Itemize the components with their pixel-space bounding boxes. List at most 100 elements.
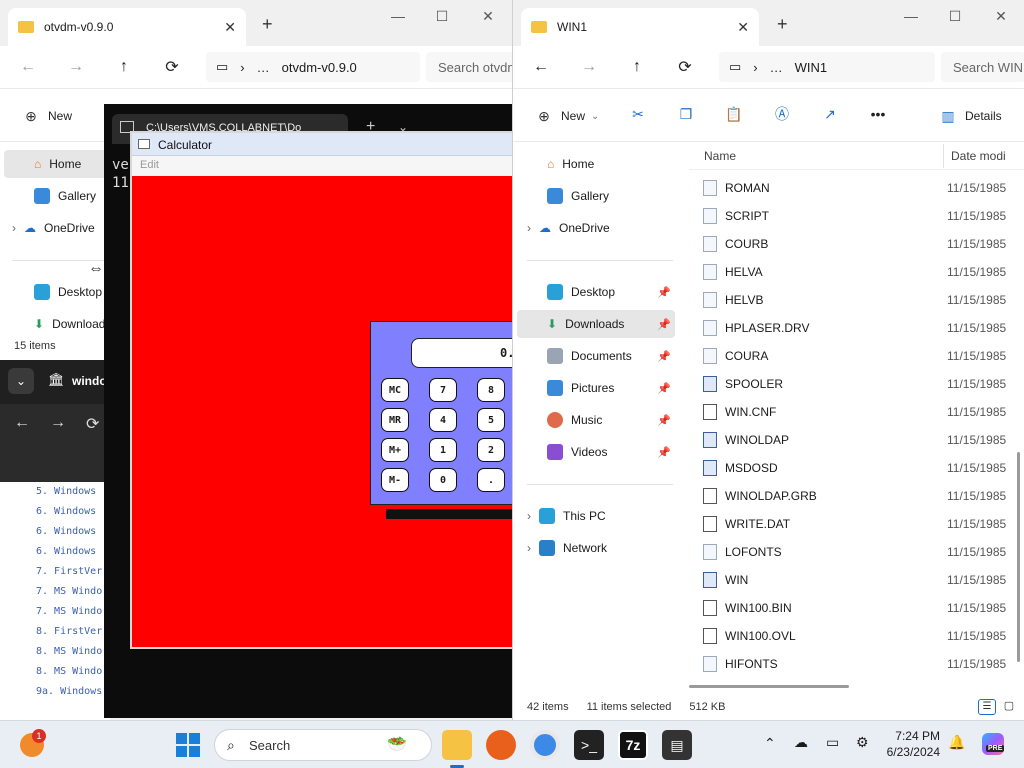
file-row[interactable]: WINOLDAP.GRB 11/15/1985 xyxy=(689,482,1024,510)
left-nav-gallery[interactable]: Gallery xyxy=(34,182,96,210)
cut-icon[interactable]: ✂ xyxy=(627,103,649,125)
file-row[interactable]: HPLASER.DRV 11/15/1985 xyxy=(689,314,1024,342)
file-row[interactable]: ROMAN 11/15/1985 xyxy=(689,174,1024,202)
pin-icon[interactable]: 📌 xyxy=(657,350,671,363)
notifications-bell-icon[interactable]: 🔔 xyxy=(948,734,965,751)
file-row[interactable]: WIN100.BIN 11/15/1985 xyxy=(689,594,1024,622)
browser-list-item[interactable]: 7. MS Windo xyxy=(36,586,102,597)
left-new-button[interactable]: ⊕ New xyxy=(20,103,72,129)
refresh-icon[interactable]: ⟳ xyxy=(158,54,186,80)
browser-list-item[interactable]: 9a. Windows xyxy=(36,686,102,697)
copilot-icon[interactable]: PRE xyxy=(982,733,1005,755)
widgets-icon[interactable]: 1 xyxy=(20,729,46,757)
browser-list-item[interactable]: 8. MS Windo xyxy=(36,646,102,657)
paste-icon[interactable]: 📋 xyxy=(723,103,745,125)
browser-list-item[interactable]: 6. Windows xyxy=(36,546,96,557)
start-button[interactable] xyxy=(176,733,200,757)
minimize-button[interactable]: — xyxy=(897,6,925,26)
right-nav-network[interactable]: › Network xyxy=(527,534,607,562)
left-nav-onedrive[interactable]: › ☁ OneDrive xyxy=(12,214,95,242)
share-icon[interactable]: ↗ xyxy=(819,103,841,125)
right-nav-videos[interactable]: Videos 📌 xyxy=(547,438,671,466)
file-row[interactable]: HELVA 11/15/1985 xyxy=(689,258,1024,286)
maximize-button[interactable]: ☐ xyxy=(941,6,969,26)
settings-icon[interactable]: ⚙ xyxy=(856,734,869,751)
browser-tab-title[interactable]: windo xyxy=(72,374,107,388)
browser-list-item[interactable]: 6. Windows xyxy=(36,506,96,517)
details-view-icon[interactable]: ☰ xyxy=(978,699,996,715)
forward-icon[interactable]: → xyxy=(575,54,603,80)
calc-key[interactable]: 2 xyxy=(477,438,505,462)
rename-icon[interactable]: Ⓐ xyxy=(771,103,793,125)
calc-key[interactable]: 0 xyxy=(429,468,457,492)
chevron-right-icon[interactable]: › xyxy=(12,221,16,235)
taskbar-search-box[interactable]: ⌕ Search 🥗 xyxy=(214,729,432,761)
back-icon[interactable]: ← xyxy=(14,54,42,80)
firefox-icon[interactable] xyxy=(486,730,516,760)
horizontal-scrollbar[interactable] xyxy=(689,685,849,688)
calc-key[interactable]: M- xyxy=(381,468,409,492)
close-window-button[interactable]: ✕ xyxy=(474,6,502,26)
browser-list-item[interactable]: 6. Windows xyxy=(36,526,96,537)
file-row[interactable]: WRITE.DAT 11/15/1985 xyxy=(689,510,1024,538)
browser-refresh-icon[interactable]: ⟳ xyxy=(86,414,99,434)
pin-icon[interactable]: 📌 xyxy=(657,318,671,331)
right-search-input[interactable]: Search WIN1 xyxy=(941,52,1024,82)
terminal-taskbar-icon[interactable]: >_ xyxy=(574,730,604,760)
calc-key[interactable]: 5 xyxy=(477,408,505,432)
right-nav-desktop[interactable]: Desktop 📌 xyxy=(547,278,671,306)
chevron-right-icon[interactable]: › xyxy=(527,541,531,555)
left-nav-downloads[interactable]: ⬇ Downloads xyxy=(34,310,111,338)
maximize-button[interactable]: ☐ xyxy=(428,6,456,26)
file-row[interactable]: LOFONTS 11/15/1985 xyxy=(689,538,1024,566)
pin-icon[interactable]: 📌 xyxy=(657,382,671,395)
file-explorer-taskbar-icon[interactable] xyxy=(442,730,472,760)
clock[interactable]: 7:24 PM 6/23/2024 xyxy=(884,728,940,760)
forward-icon[interactable]: → xyxy=(62,54,90,80)
new-tab-button[interactable]: + xyxy=(777,14,788,35)
close-window-button[interactable]: ✕ xyxy=(987,6,1015,26)
file-row[interactable]: WIN 11/15/1985 xyxy=(689,566,1024,594)
calc-key[interactable]: 1 xyxy=(429,438,457,462)
browser-list-item[interactable]: 7. FirstVer xyxy=(36,566,102,577)
browser-list-item[interactable]: 8. MS Windo xyxy=(36,666,102,677)
refresh-icon[interactable]: ⟳ xyxy=(671,54,699,80)
show-hidden-icons[interactable]: ⌃ xyxy=(764,735,776,752)
pin-icon[interactable]: 📌 xyxy=(657,414,671,427)
menu-edit[interactable]: Edit xyxy=(140,159,159,171)
new-tab-button[interactable]: + xyxy=(262,14,273,35)
details-button[interactable]: ▥ Details xyxy=(937,103,1001,129)
calc-key[interactable]: 4 xyxy=(429,408,457,432)
display-icon[interactable]: ▭ xyxy=(826,734,839,751)
file-row[interactable]: COURA 11/15/1985 xyxy=(689,342,1024,370)
7zip-icon[interactable]: 7z xyxy=(618,730,648,760)
calc-key[interactable]: . xyxy=(477,468,505,492)
network-status-icon[interactable]: ☁ xyxy=(794,734,808,751)
right-nav-gallery[interactable]: Gallery xyxy=(547,182,609,210)
file-row[interactable]: SPOOLER 11/15/1985 xyxy=(689,370,1024,398)
browser-list-item[interactable]: 5. Windows xyxy=(36,486,96,497)
more-options-icon[interactable]: ••• xyxy=(867,103,889,125)
otvdm-taskbar-icon[interactable]: ▤ xyxy=(662,730,692,760)
vertical-scrollbar[interactable] xyxy=(1017,452,1020,662)
right-nav-music[interactable]: Music 📌 xyxy=(547,406,671,434)
calc-key[interactable]: 8 xyxy=(477,378,505,402)
column-name[interactable]: Name xyxy=(704,149,736,163)
tiles-view-icon[interactable]: ▢ xyxy=(1000,699,1018,715)
browser-list-item[interactable]: 7. MS Windo xyxy=(36,606,102,617)
file-row[interactable]: MSDOSD 11/15/1985 xyxy=(689,454,1024,482)
column-date[interactable]: Date modi xyxy=(951,149,1006,163)
right-nav-this-pc[interactable]: › This PC xyxy=(527,502,606,530)
calc-key[interactable]: MR xyxy=(381,408,409,432)
chrome-icon[interactable] xyxy=(530,730,560,760)
chevron-right-icon[interactable]: › xyxy=(527,509,531,523)
file-row[interactable]: COURB 11/15/1985 xyxy=(689,230,1024,258)
right-nav-downloads[interactable]: ⬇ Downloads 📌 xyxy=(517,310,675,338)
file-row[interactable]: WIN.CNF 11/15/1985 xyxy=(689,398,1024,426)
right-tab[interactable]: WIN1 ✕ xyxy=(521,8,759,46)
pin-icon[interactable]: 📌 xyxy=(657,286,671,299)
file-row[interactable]: HELVB 11/15/1985 xyxy=(689,286,1024,314)
left-address-bar[interactable]: ▭ › … otvdm-v0.9.0 xyxy=(206,52,420,82)
calc-key[interactable]: MC xyxy=(381,378,409,402)
file-row[interactable]: WIN100.OVL 11/15/1985 xyxy=(689,622,1024,650)
